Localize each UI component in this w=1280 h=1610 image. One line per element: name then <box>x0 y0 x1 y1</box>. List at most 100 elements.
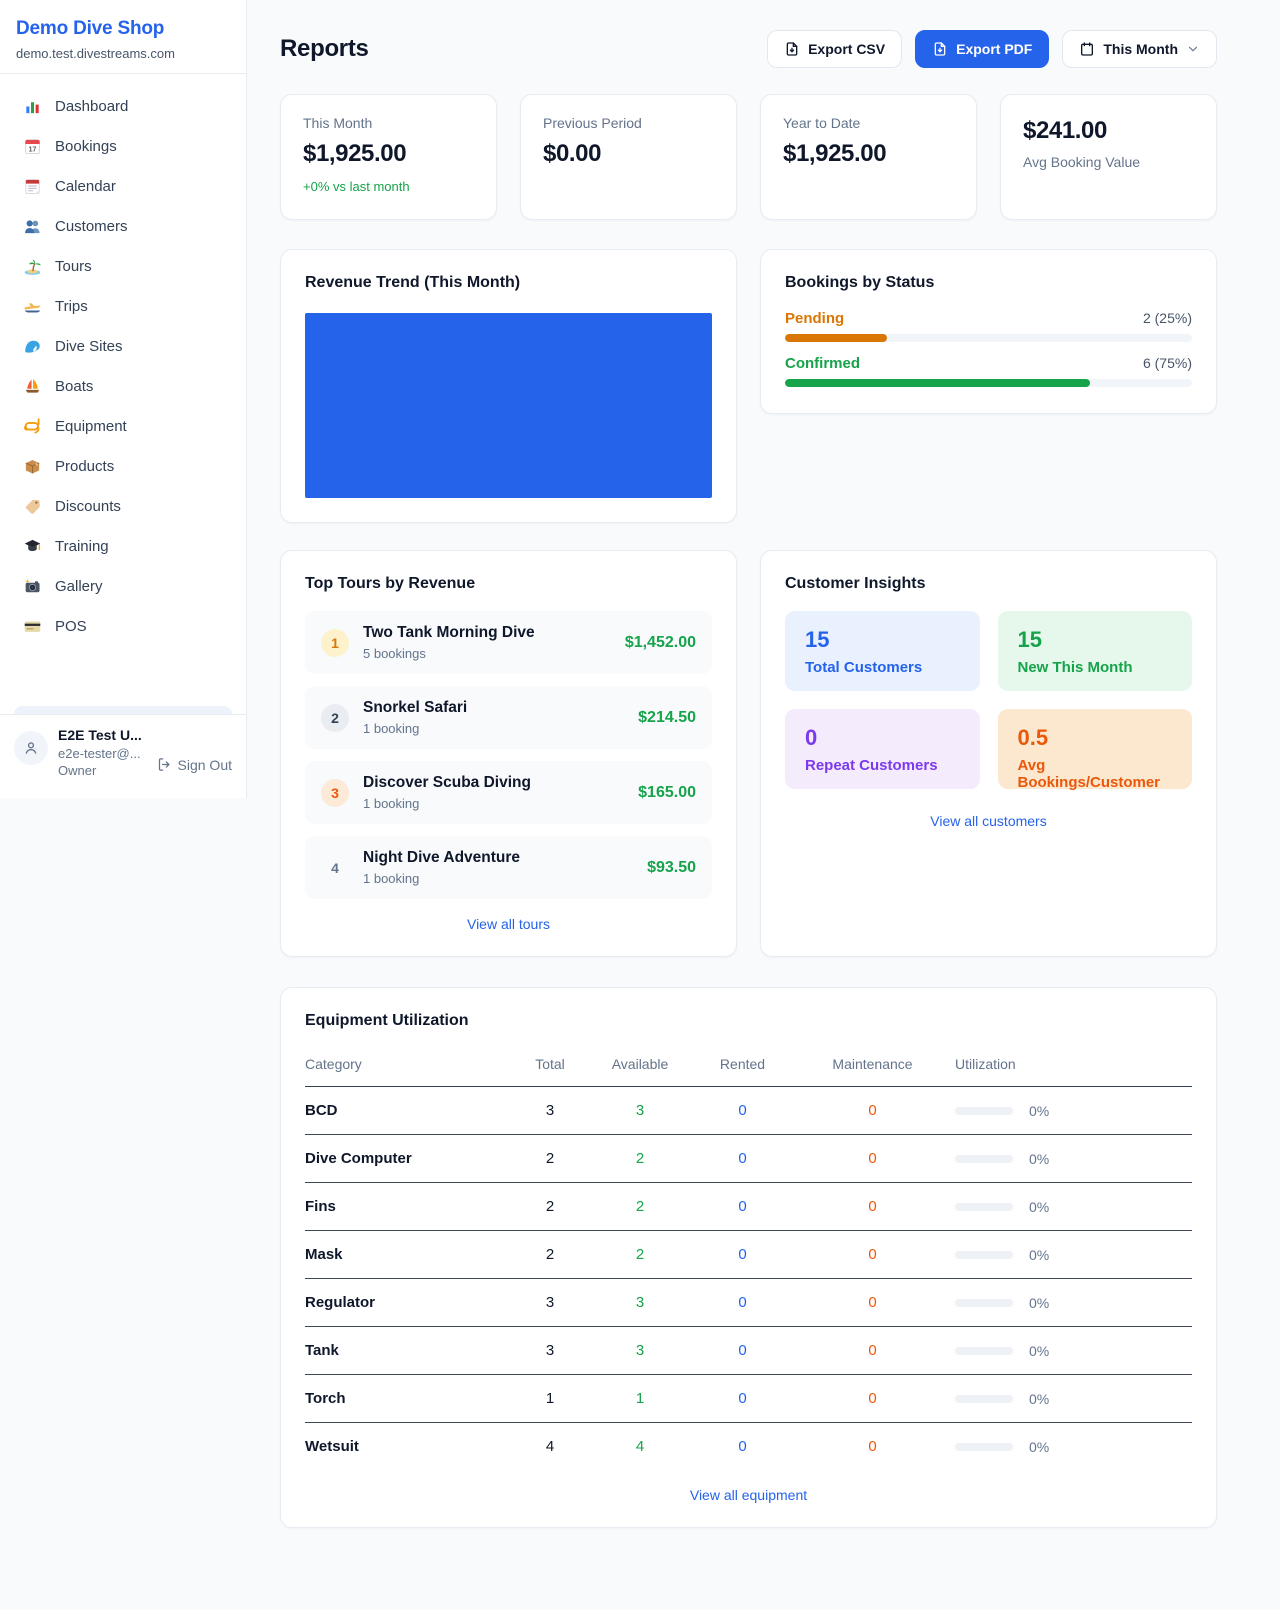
insight-value: 0 <box>805 725 960 751</box>
table-row-fins: Fins22000% <box>305 1183 1192 1231</box>
status-count: 6 (75%) <box>1143 355 1192 371</box>
view-all-tours-link[interactable]: View all tours <box>305 916 712 932</box>
period-select[interactable]: This Month <box>1062 30 1217 68</box>
sidebar-item-equipment[interactable]: Equipment <box>12 406 234 446</box>
insight-label: Repeat Customers <box>805 757 960 774</box>
period-label: This Month <box>1103 41 1178 57</box>
column-header-utilization: Utilization <box>955 1048 1192 1087</box>
utilization-bar <box>955 1203 1013 1211</box>
cell-category: Regulator <box>305 1279 515 1327</box>
sidebar-item-discounts[interactable]: Discounts <box>12 486 234 526</box>
reports-header: Reports Export CSV Export PDF This Month <box>280 30 1217 68</box>
table-row-mask: Mask22000% <box>305 1231 1192 1279</box>
page-title: Reports <box>280 35 369 63</box>
file-download-icon <box>932 41 948 57</box>
status-progress-fill <box>785 379 1090 387</box>
user-email: e2e-tester@... <box>58 746 147 761</box>
customer-insights-card: Customer Insights 15Total Customers15New… <box>760 550 1217 957</box>
stat-label: Previous Period <box>543 115 714 131</box>
cell-rented: 0 <box>695 1423 790 1471</box>
sidebar-item-trips[interactable]: Trips <box>12 286 234 326</box>
sidebar-item-gallery[interactable]: Gallery <box>12 566 234 606</box>
sidebar-item-dashboard[interactable]: Dashboard <box>12 86 234 126</box>
stat-card-year-to-date: Year to Date$1,925.00 <box>760 94 977 220</box>
cell-total: 3 <box>515 1327 585 1375</box>
utilization-percent: 0% <box>1029 1247 1049 1263</box>
table-row-regulator: Regulator33000% <box>305 1279 1192 1327</box>
sidebar-item-training[interactable]: Training <box>12 526 234 566</box>
charts-row: Revenue Trend (This Month) Bookings by S… <box>280 249 1217 523</box>
utilization-percent: 0% <box>1029 1343 1049 1359</box>
sidebar-item-bookings[interactable]: 17Bookings <box>12 126 234 166</box>
sidebar-item-products[interactable]: Products <box>12 446 234 486</box>
cell-rented: 0 <box>695 1135 790 1183</box>
stat-delta: +0% vs last month <box>303 179 474 194</box>
bar-chart-icon <box>22 96 42 116</box>
utilization-bar <box>955 1251 1013 1259</box>
sidebar-item-pos[interactable]: POS <box>12 606 234 646</box>
user-role: Owner <box>58 763 147 778</box>
wave-icon <box>22 336 42 356</box>
calendar-date-icon: 17 <box>22 136 42 156</box>
column-header-available: Available <box>585 1048 695 1087</box>
export-csv-label: Export CSV <box>808 41 885 57</box>
tour-row-night-dive-adventure: 4Night Dive Adventure1 booking$93.50 <box>305 836 712 899</box>
sign-out-button[interactable]: Sign Out <box>157 743 232 786</box>
column-header-total: Total <box>515 1048 585 1087</box>
utilization-percent: 0% <box>1029 1439 1049 1455</box>
chevron-down-icon <box>1186 42 1200 56</box>
tour-name: Two Tank Morning Dive <box>363 624 611 642</box>
rank-badge: 1 <box>321 629 349 657</box>
stat-label: Year to Date <box>783 115 954 131</box>
insight-tiles: 15Total Customers15New This Month0Repeat… <box>785 611 1192 789</box>
stat-label: This Month <box>303 115 474 131</box>
sidebar-item-calendar[interactable]: Calendar <box>12 166 234 206</box>
stat-value: $241.00 <box>1023 117 1194 145</box>
cell-maintenance: 0 <box>790 1135 955 1183</box>
cell-available: 3 <box>585 1327 695 1375</box>
brand: Demo Dive Shop demo.test.divestreams.com <box>0 0 246 73</box>
tour-row-two-tank-morning-dive: 1Two Tank Morning Dive5 bookings$1,452.0… <box>305 611 712 674</box>
cell-total: 2 <box>515 1183 585 1231</box>
cell-available: 2 <box>585 1231 695 1279</box>
cell-category: Torch <box>305 1375 515 1423</box>
tour-row-snorkel-safari: 2Snorkel Safari1 booking$214.50 <box>305 686 712 749</box>
export-pdf-button[interactable]: Export PDF <box>915 30 1049 68</box>
view-all-customers-link[interactable]: View all customers <box>785 813 1192 829</box>
view-all-equipment-link[interactable]: View all equipment <box>305 1487 1192 1503</box>
stat-card-previous-period: Previous Period$0.00 <box>520 94 737 220</box>
insights-row: Top Tours by Revenue 1Two Tank Morning D… <box>280 550 1217 957</box>
credit-card-icon <box>22 616 42 636</box>
tour-revenue: $1,452.00 <box>625 634 696 652</box>
cell-utilization: 0% <box>955 1087 1192 1135</box>
sidebar-item-customers[interactable]: Customers <box>12 206 234 246</box>
utilization-bar <box>955 1395 1013 1403</box>
sidebar-item-dive-sites[interactable]: Dive Sites <box>12 326 234 366</box>
cell-rented: 0 <box>695 1327 790 1375</box>
header-actions: Export CSV Export PDF This Month <box>767 30 1217 68</box>
cell-utilization: 0% <box>955 1279 1192 1327</box>
equipment-table: Category Total Available Rented Maintena… <box>305 1048 1192 1470</box>
brand-domain: demo.test.divestreams.com <box>16 46 230 61</box>
table-row-dive-computer: Dive Computer22000% <box>305 1135 1192 1183</box>
tour-bookings: 1 booking <box>363 721 624 736</box>
sidebar-item-tours[interactable]: Tours <box>12 246 234 286</box>
export-csv-button[interactable]: Export CSV <box>767 30 902 68</box>
cell-category: Wetsuit <box>305 1423 515 1471</box>
status-progress-track <box>785 334 1192 342</box>
top-tours-card: Top Tours by Revenue 1Two Tank Morning D… <box>280 550 737 957</box>
status-list: Pending2 (25%)Confirmed6 (75%) <box>785 310 1192 387</box>
cell-total: 1 <box>515 1375 585 1423</box>
tag-icon <box>22 496 42 516</box>
cell-maintenance: 0 <box>790 1423 955 1471</box>
utilization-percent: 0% <box>1029 1295 1049 1311</box>
cell-category: Dive Computer <box>305 1135 515 1183</box>
status-row-confirmed: Confirmed6 (75%) <box>785 355 1192 387</box>
cell-rented: 0 <box>695 1375 790 1423</box>
stat-card-avg-booking-value: $241.00Avg Booking Value <box>1000 94 1217 220</box>
cell-utilization: 0% <box>955 1375 1192 1423</box>
insight-tile-total-customers: 15Total Customers <box>785 611 980 691</box>
insight-label: Total Customers <box>805 659 960 676</box>
sidebar-item-boats[interactable]: Boats <box>12 366 234 406</box>
sidebar-nav: Dashboard17BookingsCalendarCustomersTour… <box>0 74 246 646</box>
